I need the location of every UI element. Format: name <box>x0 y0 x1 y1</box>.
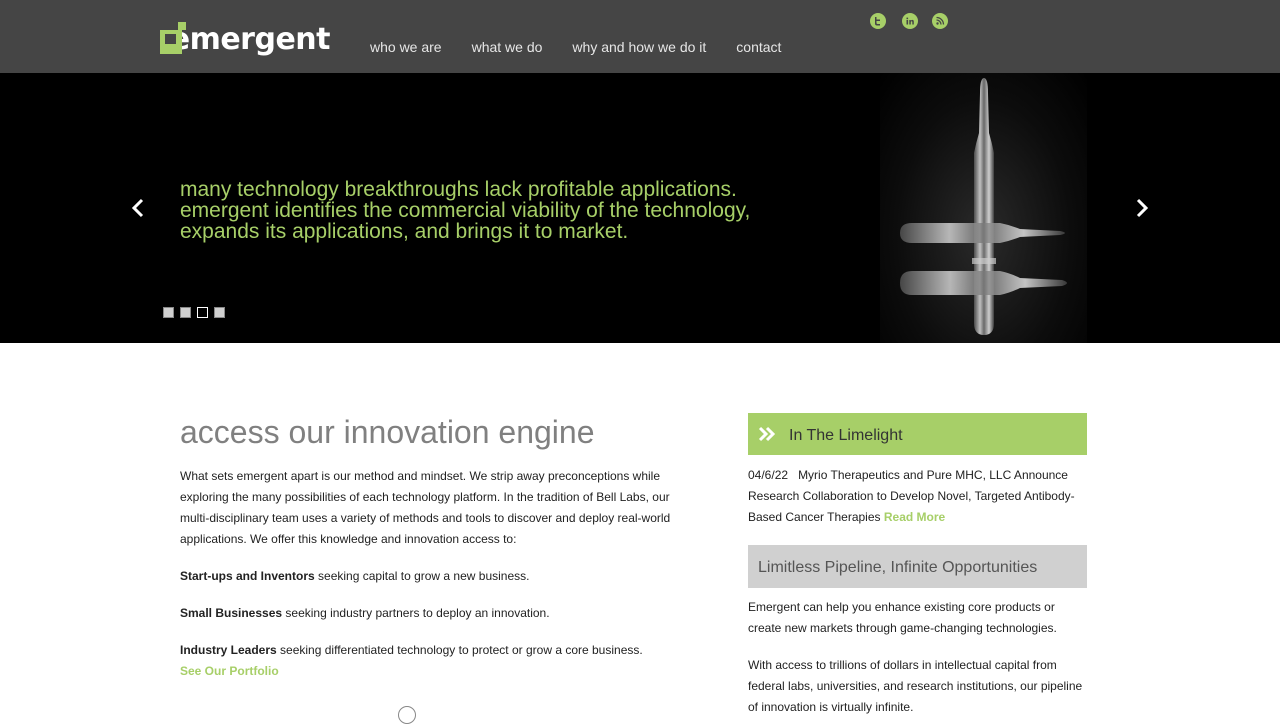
hero-slider: many technology breakthroughs lack profi… <box>0 73 1280 343</box>
slide-dot-2[interactable] <box>180 307 191 318</box>
page-title: access our innovation engine <box>180 414 595 450</box>
nav-item-contact[interactable]: contact <box>736 38 781 56</box>
see-portfolio-link[interactable]: See Our Portfolio <box>180 664 279 678</box>
brand-logo[interactable]: emergent <box>160 16 331 60</box>
chevron-left-icon <box>131 198 144 218</box>
pipeline-paragraph-1: Emergent can help you enhance existing c… <box>748 600 1057 635</box>
nav-item-who-we-are[interactable]: who we are <box>370 38 442 56</box>
hero-line: many technology breakthroughs lack profi… <box>180 178 737 201</box>
hero-headline: many technology breakthroughs lack profi… <box>180 179 840 242</box>
segment-text: seeking industry partners to deploy an i… <box>282 606 550 620</box>
linkedin-icon[interactable] <box>902 13 918 29</box>
segment-label: Industry Leaders <box>180 643 277 657</box>
segment-startups: Start-ups and Inventors seeking capital … <box>180 566 700 587</box>
portfolio-link-row: See Our Portfolio <box>180 661 700 682</box>
header-bar: emergent who we are what we do why and h… <box>0 0 1280 73</box>
news-date: 04/6/22 <box>748 468 789 482</box>
main-nav: who we are what we do why and how we do … <box>370 38 811 56</box>
pipeline-header: Limitless Pipeline, Infinite Opportuniti… <box>748 545 1087 588</box>
slide-dot-4[interactable] <box>214 307 225 318</box>
slide-dot-1[interactable] <box>163 307 174 318</box>
slide-indicators <box>163 307 231 318</box>
segment-industry-leaders: Industry Leaders seeking differentiated … <box>180 640 700 661</box>
segment-label: Start-ups and Inventors <box>180 569 315 583</box>
slide-dot-3[interactable] <box>197 307 208 318</box>
vial-image <box>880 73 1087 343</box>
nav-item-why-and-how[interactable]: why and how we do it <box>572 38 706 56</box>
read-more-link[interactable]: Read More <box>884 510 945 524</box>
logo-mark-icon <box>160 22 186 54</box>
double-chevron-icon <box>758 424 778 447</box>
nav-item-what-we-do[interactable]: what we do <box>472 38 543 56</box>
hero-line: emergent identifies the commercial viabi… <box>180 199 751 222</box>
pipeline-paragraph-2: With access to trillions of dollars in i… <box>748 658 1083 714</box>
rss-icon[interactable] <box>932 13 948 29</box>
segment-small-businesses: Small Businesses seeking industry partne… <box>180 603 700 624</box>
chevron-right-icon <box>1136 198 1149 218</box>
loading-spinner-icon <box>398 706 416 724</box>
prev-slide-button[interactable] <box>128 197 150 219</box>
pipeline-title: Limitless Pipeline, Infinite Opportuniti… <box>758 559 1038 576</box>
limelight-title: In The Limelight <box>789 427 903 444</box>
limelight-header: In The Limelight <box>748 413 1087 455</box>
segment-label: Small Businesses <box>180 606 283 620</box>
segment-text: seeking capital to grow a new business. <box>314 569 530 583</box>
news-item: 04/6/22 Myrio Therapeutics and Pure MHC,… <box>748 465 1087 528</box>
next-slide-button[interactable] <box>1130 197 1152 219</box>
intro-paragraph: What sets emergent apart is our method a… <box>180 469 671 546</box>
hero-line: expands its applications, and brings it … <box>180 220 629 243</box>
segment-text: seeking differentiated technology to pro… <box>276 643 643 657</box>
twitter-icon[interactable] <box>870 13 886 29</box>
brand-name: emergent <box>169 21 331 57</box>
